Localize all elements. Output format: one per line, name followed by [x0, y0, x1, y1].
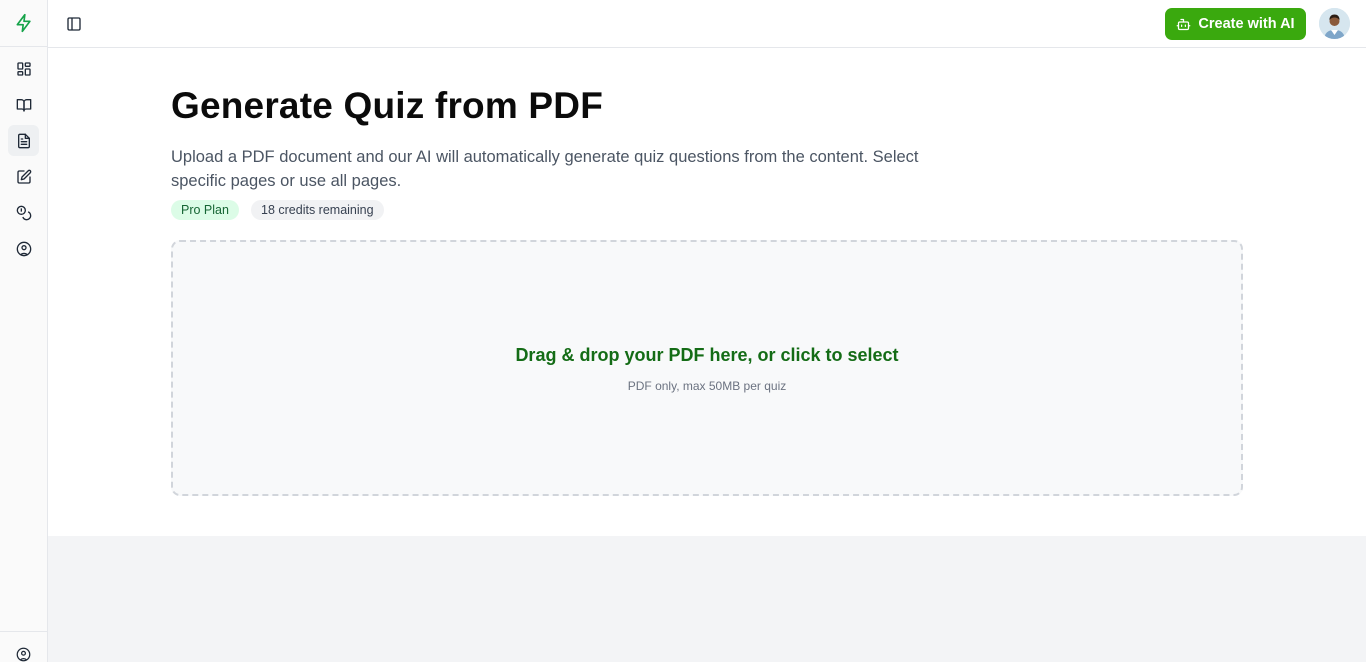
sidebar-footer	[0, 631, 47, 662]
sidebar-item-dashboard[interactable]	[8, 53, 39, 84]
app-logo[interactable]	[0, 0, 47, 47]
sidebar-toggle-icon	[67, 17, 81, 31]
dashboard-icon	[16, 61, 31, 76]
create-with-ai-label: Create with AI	[1198, 16, 1295, 32]
top-bar: Create with AI	[48, 0, 1366, 48]
pdf-dropzone[interactable]: Drag & drop your PDF here, or click to s…	[171, 240, 1243, 496]
sidebar-item-library[interactable]	[8, 89, 39, 120]
edit-icon	[16, 169, 31, 184]
dropzone-title: Drag & drop your PDF here, or click to s…	[515, 345, 899, 365]
main-content: Generate Quiz from PDF Upload a PDF docu…	[48, 48, 1366, 536]
sidebar-item-credits[interactable]	[8, 197, 39, 228]
user-circle-icon	[16, 241, 31, 256]
user-circle-icon[interactable]	[16, 647, 31, 662]
sidebar-item-pdf-quiz[interactable]	[8, 125, 39, 156]
robot-icon	[1177, 18, 1191, 30]
sidebar	[0, 0, 48, 662]
coins-icon	[16, 205, 31, 220]
page-description: Upload a PDF document and our AI will au…	[171, 148, 919, 190]
user-avatar[interactable]	[1319, 8, 1350, 39]
book-icon	[16, 98, 31, 112]
plan-badge: Pro Plan	[171, 200, 239, 220]
document-icon	[17, 133, 30, 148]
lightning-icon	[15, 13, 31, 33]
dropzone-subtitle: PDF only, max 50MB per quiz	[627, 379, 787, 393]
page-title: Generate Quiz from PDF	[171, 85, 604, 126]
create-with-ai-button[interactable]: Create with AI	[1165, 8, 1306, 40]
sidebar-toggle-button[interactable]	[64, 14, 84, 34]
sidebar-item-profile[interactable]	[8, 233, 39, 264]
credits-badge: 18 credits remaining	[251, 200, 384, 220]
sidebar-item-editor[interactable]	[8, 161, 39, 192]
